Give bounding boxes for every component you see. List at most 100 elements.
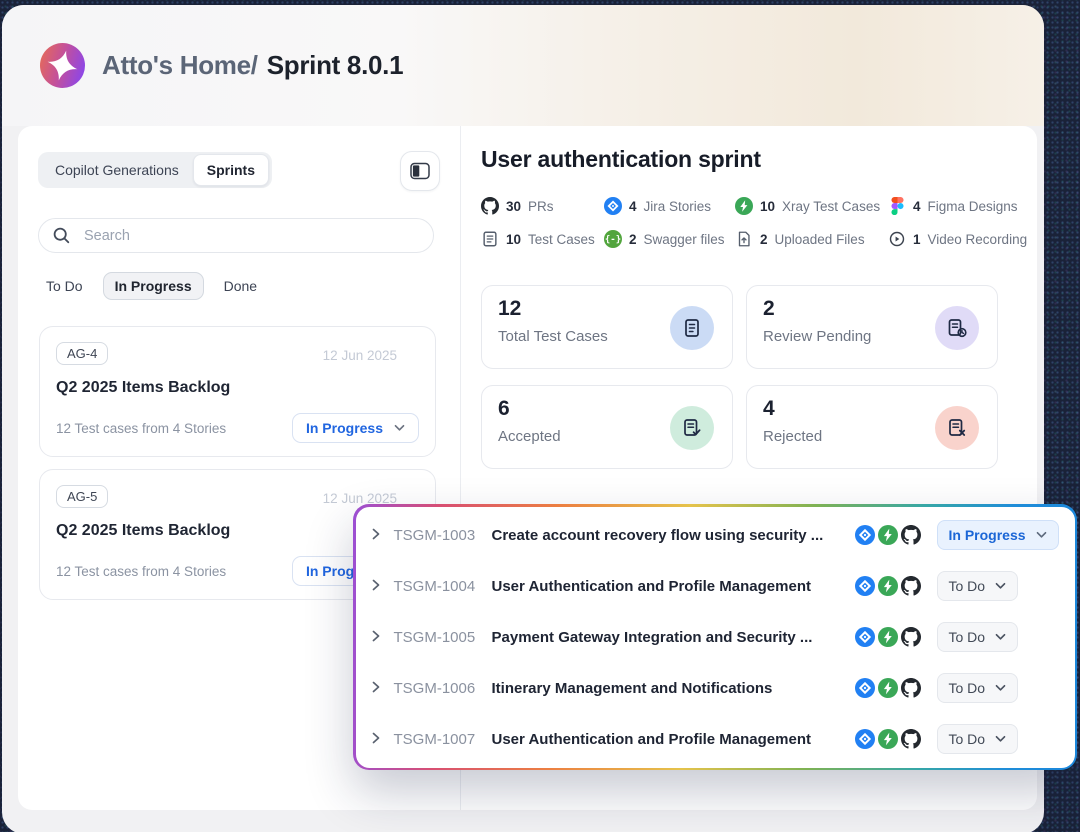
test-case-title: User Authentication and Profile Manageme…: [492, 578, 845, 595]
video-recording-icon: [888, 230, 906, 248]
expand-chevron-right-icon[interactable]: [371, 630, 385, 644]
test-case-row[interactable]: TSGM-1007 User Authentication and Profil…: [356, 714, 1075, 765]
chevron-down-icon: [394, 424, 405, 432]
xray-icon: [878, 627, 898, 647]
test-cases-icon: [481, 230, 499, 248]
jira-icon: [855, 678, 875, 698]
stat-count: 2: [629, 232, 637, 247]
filter-in-progress[interactable]: In Progress: [103, 272, 204, 300]
sprint-subtitle: 12 Test cases from 4 Stories: [56, 421, 226, 436]
stat-label: Video Recording: [928, 232, 1028, 247]
chevron-down-icon: [995, 633, 1006, 641]
summary-card-review-pending: 2 Review Pending: [746, 285, 998, 369]
test-case-title: Create account recovery flow using secur…: [492, 527, 845, 544]
stat-prs: 30 PRs: [481, 197, 554, 215]
status-filters: To Do In Progress Done: [45, 272, 258, 300]
status-dropdown[interactable]: To Do: [937, 571, 1019, 601]
stat-count: 4: [629, 199, 637, 214]
sprint-title: Q2 2025 Items Backlog: [56, 379, 419, 397]
expand-chevron-right-icon[interactable]: [371, 732, 385, 746]
status-dropdown[interactable]: To Do: [937, 622, 1019, 652]
test-case-id: TSGM-1003: [394, 527, 492, 544]
search-input[interactable]: [82, 227, 420, 245]
status-dropdown[interactable]: To Do: [937, 724, 1019, 754]
sprint-status-dropdown[interactable]: In Progress: [292, 413, 419, 443]
figma-icon: [888, 197, 906, 215]
stat-count: 2: [760, 232, 768, 247]
stat-video-recording: 1 Video Recording: [888, 230, 1027, 248]
expand-chevron-right-icon[interactable]: [371, 528, 385, 542]
tab-sprints[interactable]: Sprints: [193, 154, 269, 186]
test-case-title: Payment Gateway Integration and Security…: [492, 629, 845, 646]
stat-label: PRs: [528, 199, 554, 214]
xray-icon: [878, 729, 898, 749]
sprint-subtitle: 12 Test cases from 4 Stories: [56, 564, 226, 579]
stat-xray-test-cases: 10Xray Test Cases: [735, 197, 880, 215]
status-dropdown[interactable]: In Progress: [937, 520, 1059, 550]
jira-icon: [855, 576, 875, 596]
sprint-card-ag4[interactable]: AG-4 12 Jun 2025 Q2 2025 Items Backlog 1…: [39, 326, 436, 457]
stat-swagger-files: 2 Swagger files: [604, 230, 725, 248]
xray-icon: [878, 678, 898, 698]
tab-copilot-generations[interactable]: Copilot Generations: [41, 154, 193, 186]
status-dropdown[interactable]: To Do: [937, 673, 1019, 703]
summary-card-rejected: 4 Rejected: [746, 385, 998, 469]
stat-count: 30: [506, 199, 521, 214]
xray-icon: [735, 197, 753, 215]
test-case-row[interactable]: TSGM-1005 Payment Gateway Integration an…: [356, 612, 1075, 663]
sprint-status-label: In Progress: [306, 420, 383, 436]
chevron-down-icon: [995, 684, 1006, 692]
summary-card-accepted: 6 Accepted: [481, 385, 733, 469]
chevron-down-icon: [995, 582, 1006, 590]
document-clock-icon: [935, 306, 979, 350]
github-icon: [901, 729, 921, 749]
github-icon: [481, 197, 499, 215]
uploaded-files-icon: [735, 230, 753, 248]
filter-todo[interactable]: To Do: [45, 272, 84, 300]
integration-icons: [855, 525, 921, 545]
test-case-id: TSGM-1006: [394, 680, 492, 697]
stat-count: 1: [913, 232, 921, 247]
stat-count: 10: [506, 232, 521, 247]
stat-figma-designs: 4Figma Designs: [888, 197, 1018, 215]
jira-icon: [855, 627, 875, 647]
status-label: To Do: [949, 680, 986, 696]
search-icon: [52, 226, 71, 245]
test-case-row[interactable]: TSGM-1004 User Authentication and Profil…: [356, 561, 1075, 612]
test-case-id: TSGM-1005: [394, 629, 492, 646]
stat-uploaded-files: 2Uploaded Files: [735, 230, 865, 248]
stat-label: Swagger files: [644, 232, 725, 247]
breadcrumb-current: Sprint 8.0.1: [267, 50, 404, 80]
document-x-icon: [935, 406, 979, 450]
integration-icons: [855, 678, 921, 698]
test-case-row[interactable]: TSGM-1006 Itinerary Management and Notif…: [356, 663, 1075, 714]
test-cases-overlay: TSGM-1003 Create account recovery flow u…: [353, 504, 1077, 770]
stat-label: Jira Stories: [644, 199, 712, 214]
github-icon: [901, 576, 921, 596]
sprint-id-badge: AG-4: [56, 342, 108, 365]
jira-icon: [855, 729, 875, 749]
integration-icons: [855, 627, 921, 647]
sprint-heading: User authentication sprint: [481, 146, 761, 173]
test-case-row[interactable]: TSGM-1003 Create account recovery flow u…: [356, 510, 1075, 561]
status-label: In Progress: [949, 527, 1026, 543]
chevron-down-icon: [1036, 531, 1047, 539]
expand-chevron-right-icon[interactable]: [371, 681, 385, 695]
test-case-id: TSGM-1004: [394, 578, 492, 595]
search-bar: [38, 218, 434, 253]
document-check-icon: [670, 406, 714, 450]
panel-toggle-icon: [410, 162, 430, 180]
xray-icon: [878, 576, 898, 596]
document-icon: [670, 306, 714, 350]
summary-card-total-test-cases: 12 Total Test Cases: [481, 285, 733, 369]
test-case-title: User Authentication and Profile Manageme…: [492, 731, 845, 748]
status-label: To Do: [949, 731, 986, 747]
sidebar-collapse-button[interactable]: [400, 151, 440, 191]
chevron-down-icon: [995, 735, 1006, 743]
sprint-id-badge: AG-5: [56, 485, 108, 508]
filter-done[interactable]: Done: [223, 272, 258, 300]
swagger-icon: [604, 230, 622, 248]
screen: Atto's Home/Sprint 8.0.1 Copilot Generat…: [0, 0, 1080, 832]
github-icon: [901, 678, 921, 698]
expand-chevron-right-icon[interactable]: [371, 579, 385, 593]
